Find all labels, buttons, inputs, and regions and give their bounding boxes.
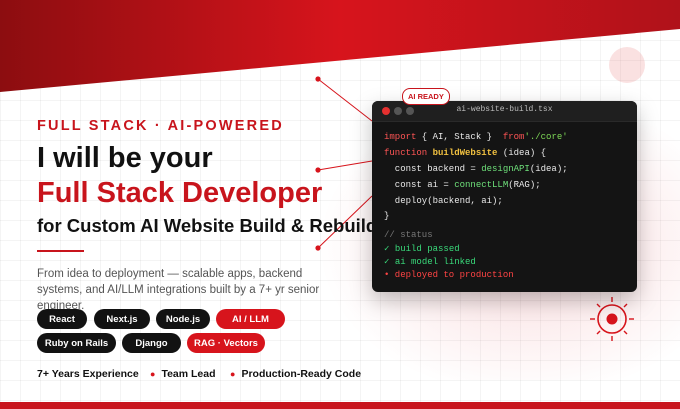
tag-django: Django	[122, 333, 181, 353]
bullet-dot: ●	[150, 369, 156, 379]
tag-rag-vectors: RAG · Vectors	[187, 333, 265, 353]
stat-team-lead: ● Team Lead	[150, 368, 216, 380]
headline-line-1: I will be your	[37, 142, 213, 174]
eyebrow-text: FULL STACK · AI-POWERED	[37, 118, 284, 134]
tag-react: React	[37, 309, 87, 329]
subheadline: for Custom AI Website Build & Rebuild	[37, 215, 378, 236]
accent-underline	[37, 250, 84, 252]
tag-nextjs: Next.js	[94, 309, 150, 329]
description: From idea to deployment — scalable apps,…	[37, 268, 320, 312]
headline-line-2: Full Stack Developer	[37, 177, 323, 209]
editor-filename: ai-website-build.tsx	[456, 105, 553, 114]
stat-production-ready: ● Production-Ready Code	[230, 368, 362, 380]
status-build-passed: ✓ build passed	[384, 244, 460, 254]
tag-nodejs: Node.js	[156, 309, 210, 329]
status-model-linked: ✓ ai model linked	[384, 257, 476, 267]
connector-dot	[315, 76, 321, 82]
connector-dot	[315, 167, 321, 173]
connector-dot	[315, 245, 321, 251]
bottom-accent-bar	[0, 402, 680, 409]
code-line-1: import { AI, Stack } from'./core'	[384, 132, 568, 142]
stat-experience: 7+ Years Experience	[37, 368, 139, 380]
code-line-5: deploy(backend, ai);	[384, 196, 503, 206]
code-line-3: const backend = designAPI(idea);	[384, 164, 568, 174]
code-line-6: }	[384, 211, 390, 221]
target-icon	[590, 297, 634, 341]
code-line-2: function buildWebsite (idea) {	[384, 148, 547, 158]
code-comment: // status	[384, 230, 433, 240]
ai-ready-badge: AI READY	[402, 88, 450, 105]
bullet-dot: ●	[230, 369, 236, 379]
code-line-4: const ai = connectLLM(RAG);	[384, 180, 541, 190]
tag-ai-llm: AI / LLM	[216, 309, 285, 329]
status-deployed: • deployed to production	[384, 270, 514, 280]
code-editor-window: ai-website-build.tsx import { AI, Stack …	[372, 101, 637, 292]
tag-ruby-on-rails: Ruby on Rails	[37, 333, 116, 353]
